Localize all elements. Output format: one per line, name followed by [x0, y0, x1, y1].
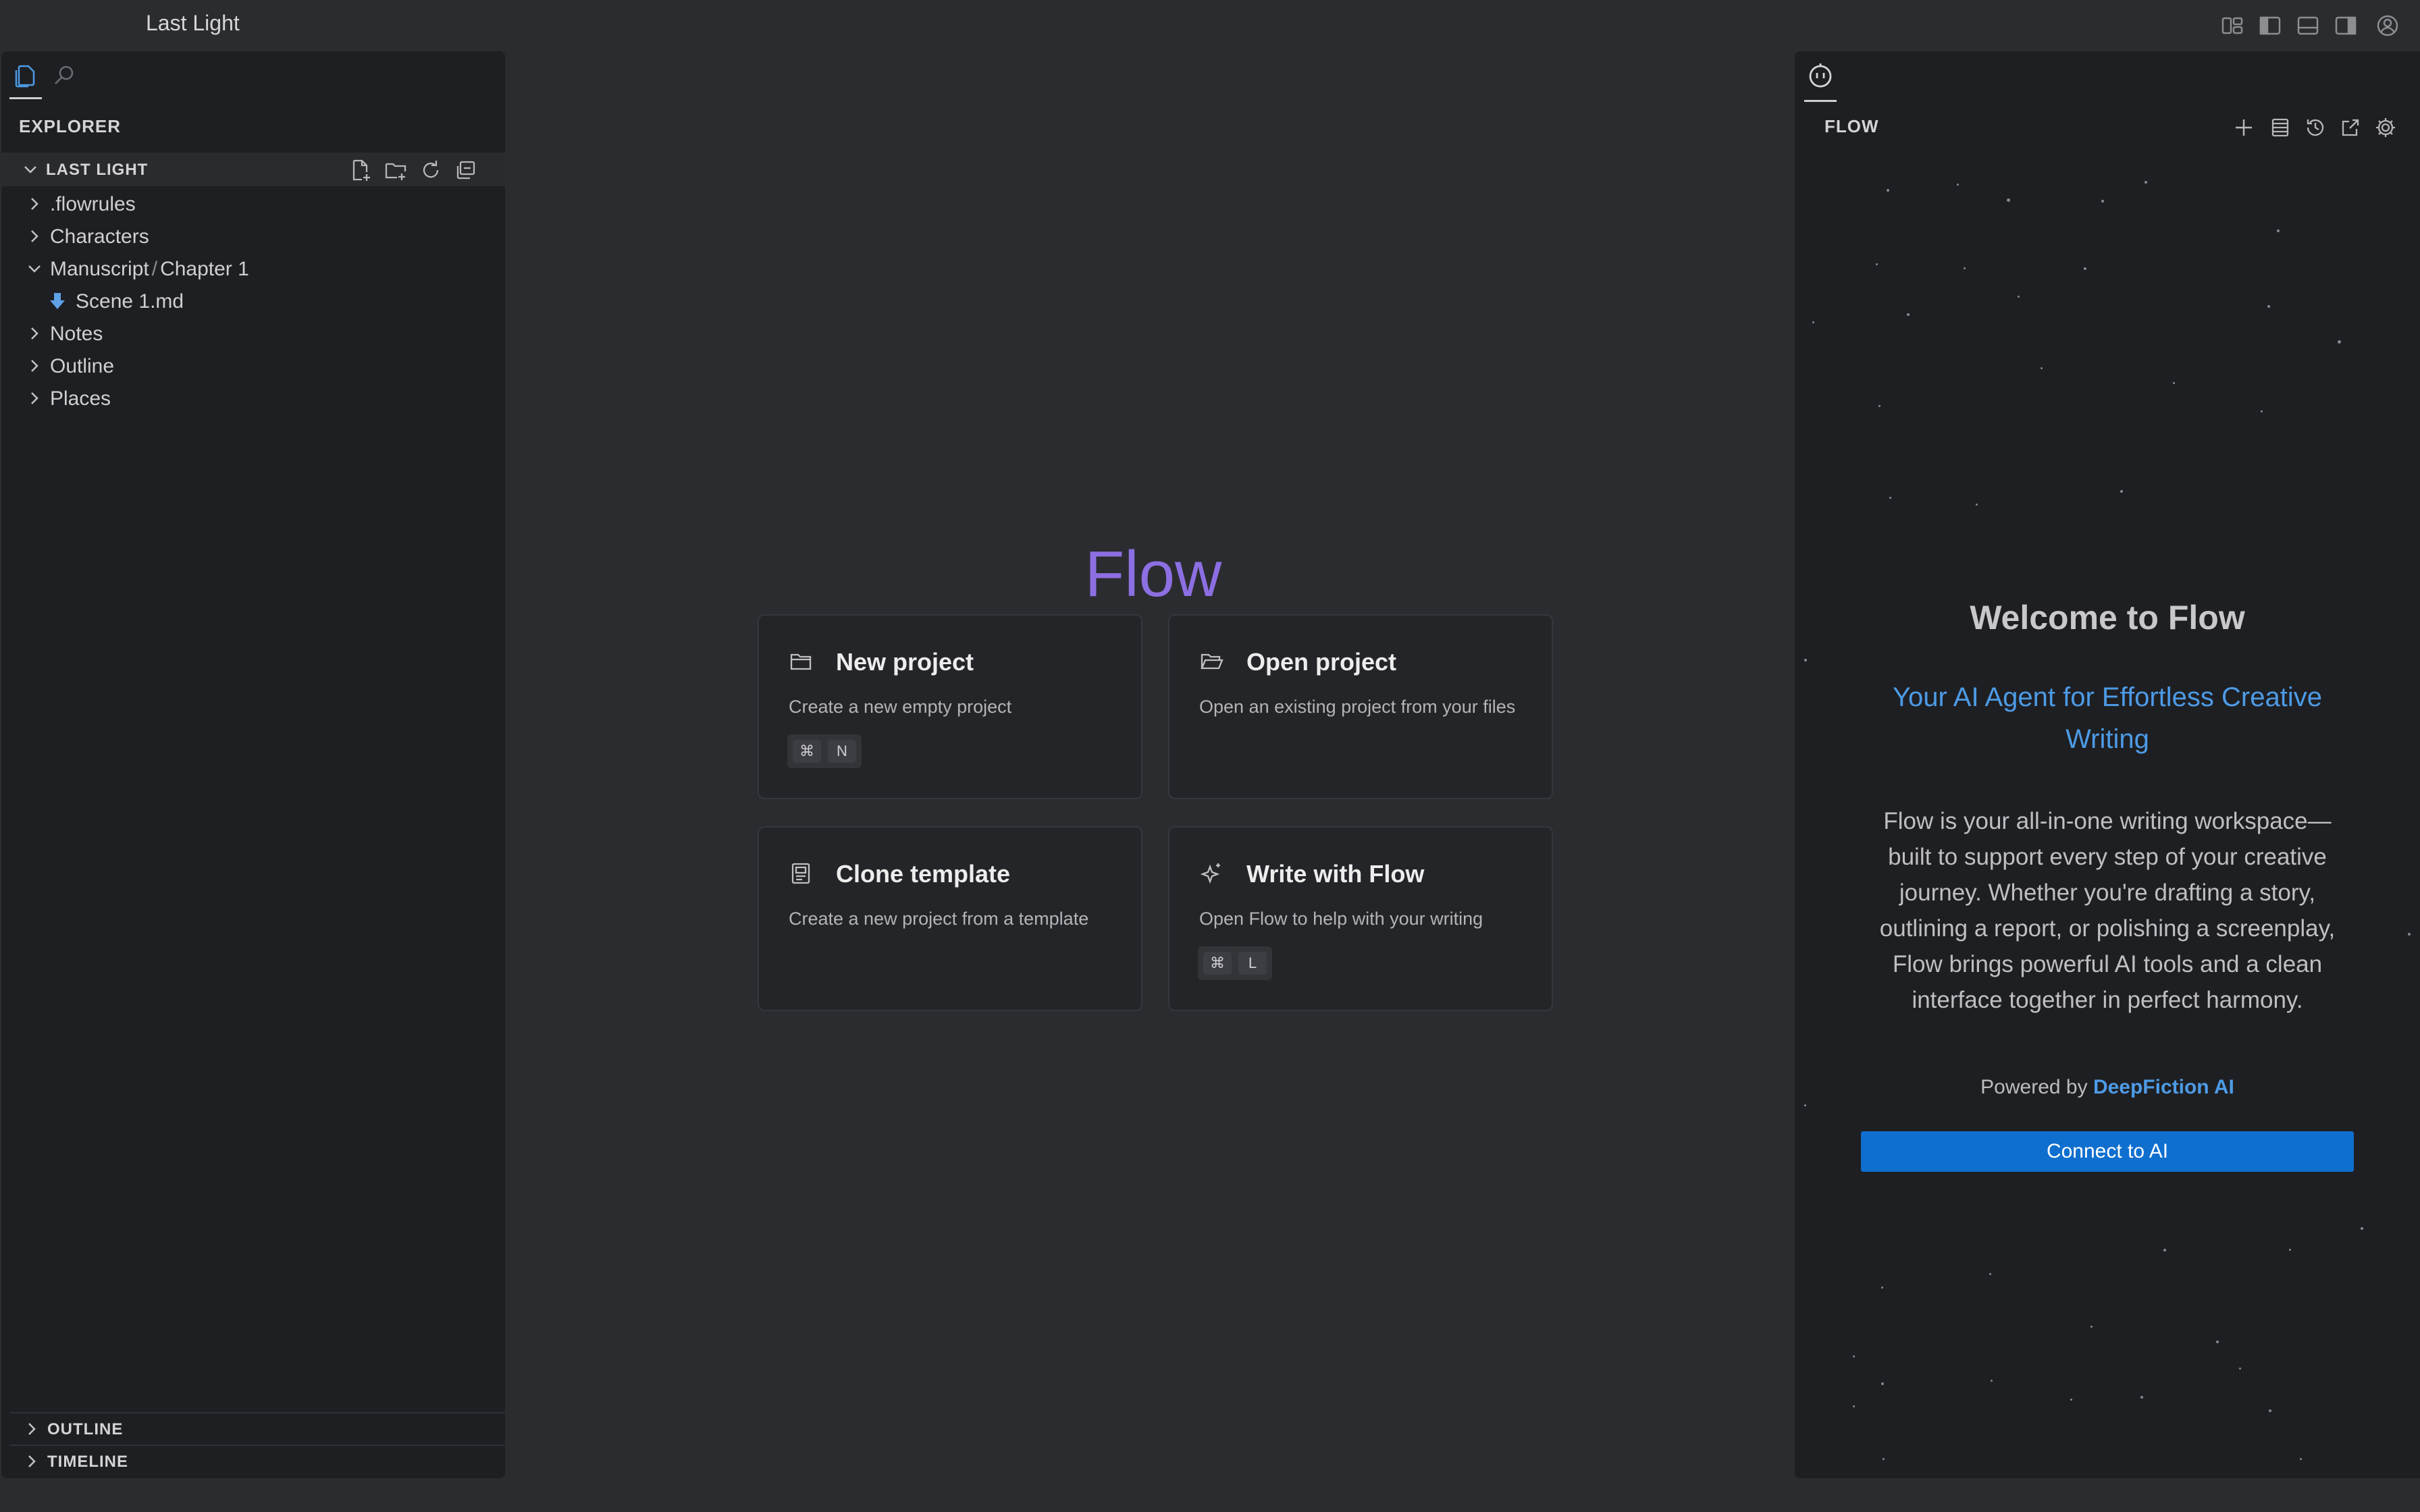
card-title: Open project	[1246, 648, 1397, 676]
tree-item-scene-1[interactable]: Scene 1.md	[1, 285, 505, 317]
tree-item-manuscript[interactable]: Manuscript / Chapter 1	[1, 252, 505, 285]
folder-name: LAST LIGHT	[46, 161, 149, 179]
tree-item-label: Places	[50, 387, 111, 410]
editor-area: Flow New project Create a new empty proj…	[513, 51, 1793, 1478]
refresh-icon[interactable]	[419, 158, 443, 182]
title-bar: Last Light	[0, 0, 2420, 51]
chevron-right-icon	[31, 392, 38, 404]
tree-item-characters[interactable]: Characters	[1, 220, 505, 252]
connect-to-ai-button[interactable]: Connect to AI	[1861, 1131, 2354, 1172]
chat-list-icon[interactable]	[2267, 115, 2293, 140]
chevron-right-icon	[28, 1455, 36, 1467]
search-icon[interactable]	[51, 62, 78, 89]
history-icon[interactable]	[2303, 115, 2328, 140]
folder-header-last-light[interactable]: LAST LIGHT	[1, 153, 505, 186]
tree-item-notes[interactable]: Notes	[1, 317, 505, 350]
card-title: Clone template	[836, 860, 1011, 888]
shortcut-key: N	[828, 740, 856, 763]
flow-agent-icon[interactable]	[1806, 61, 1835, 90]
tree-item-flowrules[interactable]: .flowrules	[1, 188, 505, 220]
new-project-card[interactable]: New project Create a new empty project ⌘…	[758, 614, 1142, 799]
open-project-card[interactable]: Open project Open an existing project fr…	[1168, 614, 1553, 799]
tagline: Your AI Agent for Effortless Creative Wr…	[1893, 682, 2322, 754]
tree-item-label: Notes	[50, 323, 103, 345]
tree-item-label: Scene 1.md	[76, 290, 184, 313]
sparkle-icon	[1199, 861, 1224, 886]
tree-item-label: Characters	[50, 225, 149, 248]
welcome-description: Flow is your all-in-one writing workspac…	[1879, 808, 2336, 1013]
write-with-flow-card[interactable]: Write with Flow Open Flow to help with y…	[1168, 826, 1553, 1011]
account-icon[interactable]	[2375, 14, 2400, 38]
flow-panel: FLOW Welcome to Flow Your AI Agent for E…	[1795, 51, 2420, 1478]
chevron-down-icon	[28, 265, 41, 273]
outline-section-header[interactable]: OUTLINE	[9, 1412, 505, 1444]
outline-section-label: OUTLINE	[47, 1420, 124, 1438]
chevron-right-icon	[31, 230, 38, 242]
chevron-down-icon	[24, 166, 36, 173]
card-description: Create a new empty project	[789, 697, 1012, 717]
folder-open-icon	[1199, 649, 1224, 674]
keyboard-shortcut: ⌘ N	[787, 734, 862, 768]
tree-item-places[interactable]: Places	[1, 382, 505, 414]
timeline-section-header[interactable]: TIMELINE	[9, 1444, 505, 1477]
explorer-title: EXPLORER	[19, 116, 122, 136]
new-chat-icon[interactable]	[2231, 115, 2257, 140]
new-file-icon[interactable]	[348, 158, 373, 182]
toggle-primary-sidebar-icon[interactable]	[2258, 14, 2282, 38]
welcome-heading: Welcome to Flow	[1970, 599, 2245, 637]
primary-sidebar: EXPLORER LAST LIGHT .flowrules Character…	[1, 51, 505, 1478]
new-folder-icon[interactable]	[384, 158, 408, 182]
shortcut-key: ⌘	[1203, 952, 1232, 975]
toggle-secondary-sidebar-icon[interactable]	[2334, 14, 2358, 38]
keyboard-shortcut: ⌘ L	[1198, 946, 1272, 980]
markdown-file-icon	[50, 293, 65, 309]
shortcut-key: ⌘	[793, 740, 821, 763]
welcome-title: Flow	[1084, 538, 1222, 610]
open-external-icon[interactable]	[2338, 115, 2363, 140]
chevron-right-icon	[28, 1423, 36, 1435]
tree-item-label: .flowrules	[50, 193, 136, 215]
card-description: Create a new project from a template	[789, 909, 1089, 929]
card-title: New project	[836, 648, 974, 676]
active-tab-indicator	[9, 97, 42, 99]
template-icon	[789, 861, 813, 886]
customize-layout-icon[interactable]	[2220, 14, 2244, 38]
card-description: Open Flow to help with your writing	[1199, 909, 1483, 929]
tree-item-sublabel: Chapter 1	[160, 258, 249, 280]
card-description: Open an existing project from your files	[1199, 697, 1516, 717]
chevron-right-icon	[31, 198, 38, 210]
chevron-right-icon	[31, 360, 38, 372]
tree-item-path: Manuscript / Chapter 1	[50, 258, 249, 281]
window-title: Last Light	[146, 11, 240, 35]
collapse-all-icon[interactable]	[454, 158, 478, 182]
toggle-panel-icon[interactable]	[2296, 14, 2320, 38]
chevron-right-icon	[31, 327, 38, 340]
tree-item-label: Outline	[50, 355, 115, 377]
tree-item-outline[interactable]: Outline	[1, 350, 505, 382]
powered-by: Powered by DeepFiction AI	[1795, 1076, 2420, 1099]
active-tab-indicator	[1804, 100, 1837, 102]
folder-icon	[789, 649, 813, 674]
brand-link[interactable]: DeepFiction AI	[2093, 1076, 2234, 1098]
settings-gear-icon[interactable]	[2373, 115, 2398, 140]
tree-item-label: Manuscript	[50, 258, 149, 280]
clone-template-card[interactable]: Clone template Create a new project from…	[758, 826, 1142, 1011]
explorer-icon[interactable]	[12, 62, 39, 89]
card-title: Write with Flow	[1246, 860, 1425, 888]
path-separator: /	[151, 258, 158, 280]
shortcut-key: L	[1238, 952, 1267, 975]
flow-panel-title: FLOW	[1824, 116, 1879, 136]
powered-by-label: Powered by	[1980, 1076, 2088, 1098]
timeline-section-label: TIMELINE	[47, 1453, 128, 1471]
